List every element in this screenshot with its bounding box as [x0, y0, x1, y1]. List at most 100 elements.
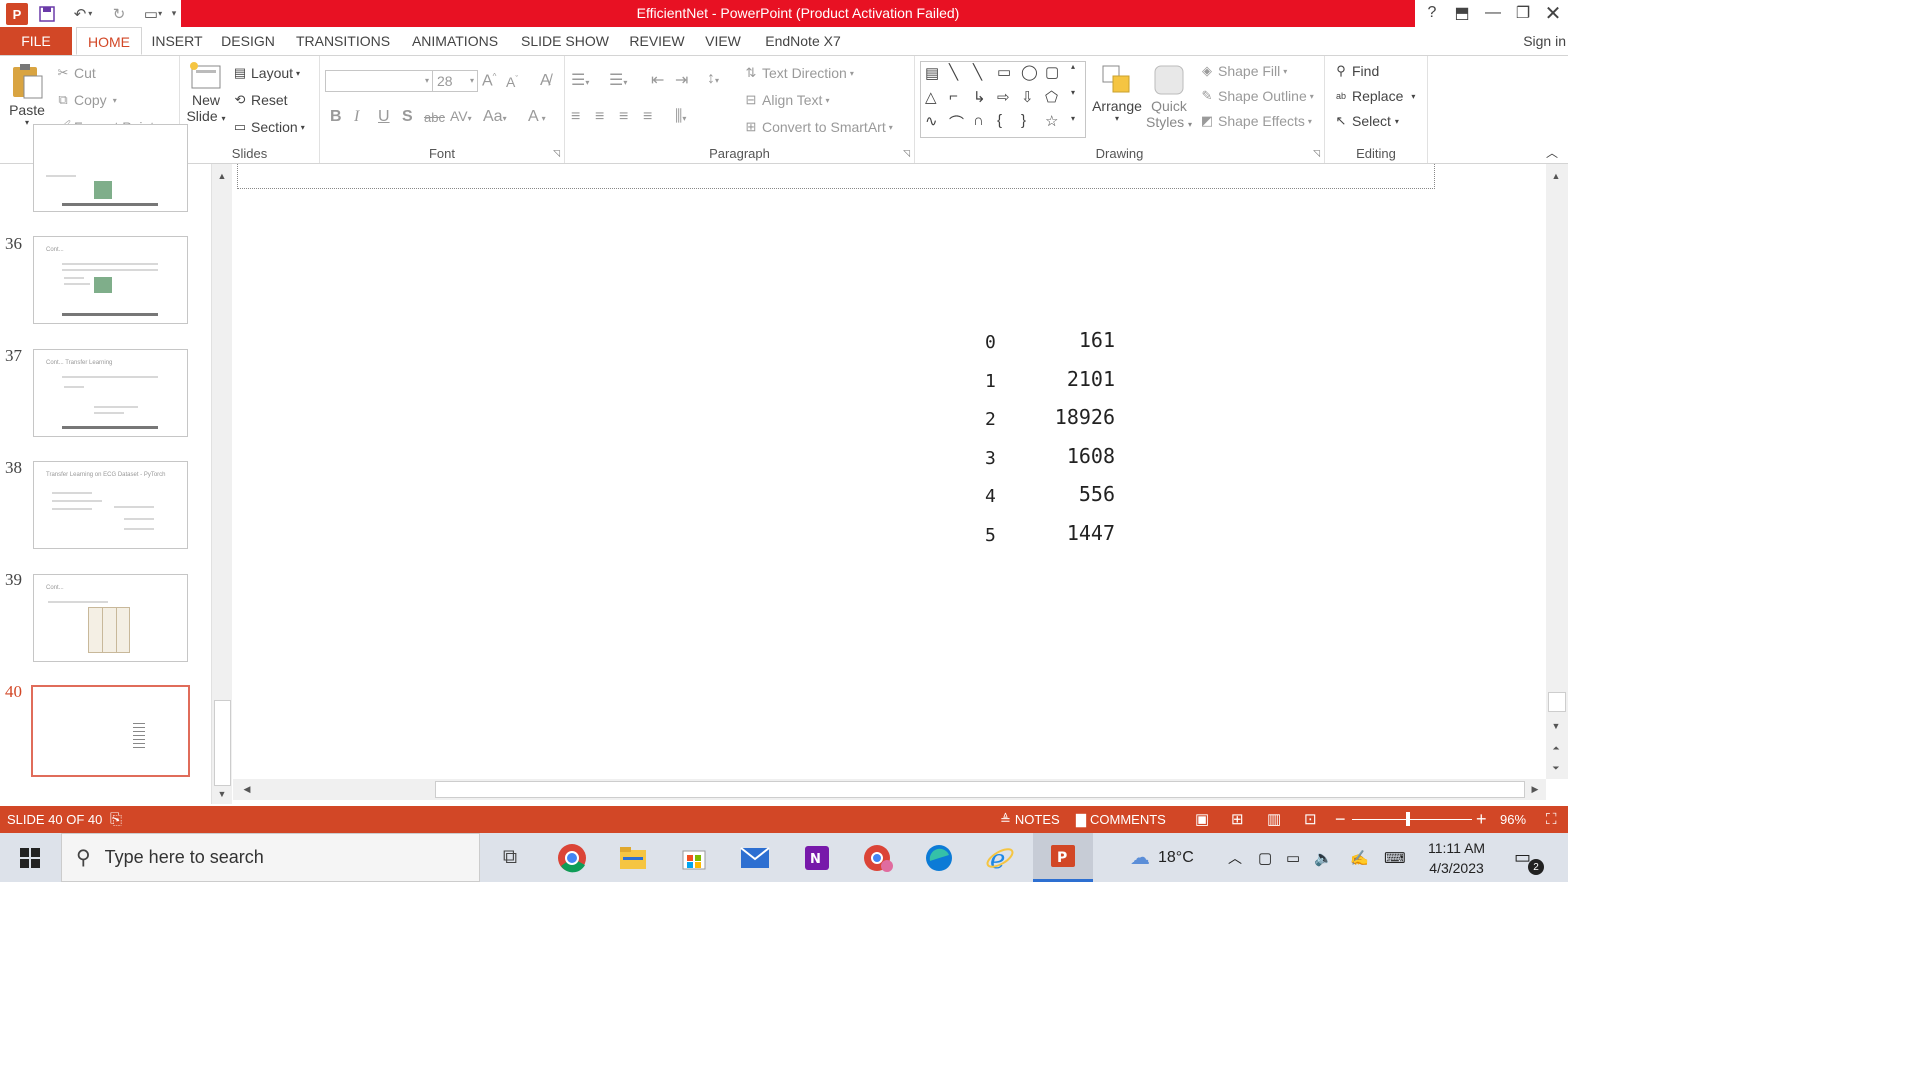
volume-icon[interactable]: 🔈: [1314, 833, 1333, 882]
undo-icon[interactable]: ↶ ▾: [66, 3, 100, 24]
tab-file[interactable]: FILE: [0, 27, 72, 55]
layout-button[interactable]: ▤ Layout ▾: [232, 65, 300, 81]
tab-design[interactable]: DESIGN: [216, 27, 280, 55]
chrome-profile-icon[interactable]: [848, 833, 908, 882]
paste-button[interactable]: Paste ▾: [6, 62, 48, 127]
text-shadow-button[interactable]: S: [402, 108, 413, 126]
dialog-launcher-icon[interactable]: ◹: [903, 148, 910, 159]
slideshow-view-icon[interactable]: ⊡: [1304, 806, 1317, 833]
shapes-gallery[interactable]: ▤ ╲ ╲ ▭ ◯ ▢ △ ⌐ ↳ ⇨ ⇩ ⬠ ∿ ⌒ ∩ { } ☆ ▴ ▾ …: [920, 61, 1086, 138]
shrink-font-icon[interactable]: Aˇ: [506, 74, 518, 90]
internet-explorer-icon[interactable]: e: [970, 833, 1030, 882]
align-center-icon[interactable]: ≡: [595, 108, 604, 126]
tab-animations[interactable]: ANIMATIONS: [404, 27, 506, 55]
shape-outline-button[interactable]: ✎ Shape Outline ▾: [1199, 88, 1314, 104]
tab-slide-show[interactable]: SLIDE SHOW: [516, 27, 614, 55]
font-size-field[interactable]: 28 ▾: [432, 70, 478, 92]
file-explorer-icon[interactable]: [603, 833, 663, 882]
zoom-slider[interactable]: [1352, 819, 1472, 820]
notes-button[interactable]: ≜ NOTES: [1000, 806, 1060, 833]
tab-view[interactable]: VIEW: [700, 27, 746, 55]
slide-thumbnail[interactable]: Cont...: [33, 574, 188, 662]
text-direction-button[interactable]: ⇅ Text Direction ▾: [743, 65, 854, 81]
text-placeholder[interactable]: [237, 164, 1435, 189]
restore-icon[interactable]: ❐: [1510, 2, 1536, 24]
spell-check-icon[interactable]: ⎘: [110, 806, 122, 833]
zoom-level[interactable]: 96%: [1500, 806, 1526, 833]
bullets-icon[interactable]: ☰▾: [571, 70, 589, 90]
select-button[interactable]: ↖ Select ▾: [1333, 113, 1399, 129]
clock[interactable]: 11:11 AM 4/3/2023: [1428, 833, 1485, 882]
slide-horizontal-scrollbar[interactable]: ◀ ▶: [233, 779, 1546, 800]
slide[interactable]: 0 161 1 2101 2 18926 3 1608 4 556 5 1447: [233, 164, 1537, 779]
tab-transitions[interactable]: TRANSITIONS: [290, 27, 396, 55]
slide-vertical-scrollbar[interactable]: ▲ ▼ ⏶ ⏷: [1546, 164, 1568, 779]
onenote-icon[interactable]: N: [787, 833, 847, 882]
slide-thumbnail[interactable]: Cont... Transfer Learning: [33, 349, 188, 437]
new-slide-button[interactable]: New Slide ▾: [184, 62, 228, 124]
taskbar-search-box[interactable]: ⚲ Type here to search: [61, 833, 480, 882]
convert-smartart-button[interactable]: ⊞ Convert to SmartArt ▾: [743, 119, 893, 135]
show-hidden-icons[interactable]: ︿: [1228, 833, 1242, 882]
tab-home[interactable]: HOME: [76, 27, 142, 55]
zoom-out-icon[interactable]: −: [1335, 806, 1346, 833]
start-slideshow-icon[interactable]: ▭ ▾: [138, 3, 168, 24]
columns-icon[interactable]: ⫼▾: [675, 108, 686, 126]
align-right-icon[interactable]: ≡: [619, 108, 628, 126]
collapse-ribbon-icon[interactable]: ︿: [1546, 144, 1558, 161]
zoom-slider-handle[interactable]: [1406, 812, 1410, 826]
weather-widget[interactable]: ☁ 18°C: [1130, 833, 1194, 882]
customize-qat-icon[interactable]: ▾: [168, 3, 180, 24]
bold-button[interactable]: B: [330, 108, 342, 126]
underline-button[interactable]: U: [378, 108, 390, 126]
help-icon[interactable]: ?: [1419, 2, 1445, 24]
slide-thumbnail[interactable]: Cont...: [33, 236, 188, 324]
meet-now-icon[interactable]: ▢: [1258, 833, 1272, 882]
reset-button[interactable]: ⟲ Reset: [232, 92, 288, 108]
fit-to-window-icon[interactable]: ⛶: [1546, 806, 1557, 833]
sign-in-link[interactable]: Sign in: [1523, 27, 1568, 55]
close-icon[interactable]: ✕: [1540, 2, 1566, 25]
thumbnail-scrollbar[interactable]: ▲ ▼: [211, 164, 232, 804]
powerpoint-app-icon[interactable]: P: [6, 3, 28, 25]
clear-formatting-icon[interactable]: A̸: [540, 72, 551, 90]
slide-thumbnail-selected[interactable]: [31, 685, 190, 777]
numbering-icon[interactable]: ☰▾: [609, 70, 627, 90]
tab-review[interactable]: REVIEW: [624, 27, 690, 55]
quick-styles-button[interactable]: Quick Styles ▾: [1146, 62, 1192, 130]
touch-keyboard-icon[interactable]: ⌨: [1384, 833, 1406, 882]
dialog-launcher-icon[interactable]: ◹: [1313, 148, 1320, 159]
comments-button[interactable]: ▇ COMMENTS: [1076, 806, 1166, 833]
tab-insert[interactable]: INSERT: [146, 27, 208, 55]
slide-thumbnail[interactable]: Transfer Learning on ECG Dataset - PyTor…: [33, 461, 188, 549]
tab-endnote[interactable]: EndNote X7: [756, 27, 850, 55]
grow-font-icon[interactable]: A^: [482, 72, 496, 90]
redo-icon[interactable]: ↻: [108, 3, 130, 24]
section-button[interactable]: ▭ Section ▾: [232, 119, 305, 135]
increase-indent-icon[interactable]: ⇥: [675, 70, 688, 90]
align-text-button[interactable]: ⊟ Align Text ▾: [743, 92, 830, 108]
reading-view-icon[interactable]: ▥: [1267, 806, 1281, 833]
shape-fill-button[interactable]: ◈ Shape Fill ▾: [1199, 63, 1287, 79]
slide-thumbnail[interactable]: [33, 124, 188, 212]
find-button[interactable]: ⚲ Find: [1333, 63, 1379, 79]
zoom-in-icon[interactable]: +: [1476, 806, 1487, 833]
change-case-button[interactable]: Aa▾: [483, 108, 507, 126]
edge-icon[interactable]: [909, 833, 969, 882]
task-view-icon[interactable]: ⧉: [480, 833, 540, 882]
font-color-button[interactable]: A ▾: [528, 108, 546, 126]
minimize-icon[interactable]: —: [1480, 2, 1506, 24]
italic-button[interactable]: I: [354, 108, 359, 126]
shape-effects-button[interactable]: ◩ Shape Effects ▾: [1199, 113, 1312, 129]
decrease-indent-icon[interactable]: ⇤: [651, 70, 664, 90]
powerpoint-taskbar-icon[interactable]: P: [1033, 833, 1093, 882]
cut-button[interactable]: ✂ Cut: [55, 65, 96, 81]
arrange-button[interactable]: Arrange ▾: [1089, 62, 1145, 123]
line-spacing-icon[interactable]: ↕▾: [707, 70, 719, 88]
justify-icon[interactable]: ≡: [643, 108, 652, 126]
battery-icon[interactable]: ▭: [1286, 833, 1300, 882]
save-icon[interactable]: [36, 3, 58, 24]
character-spacing-button[interactable]: AV▾: [450, 108, 472, 124]
slide-sorter-icon[interactable]: ⊞: [1231, 806, 1244, 833]
copy-button[interactable]: ⧉ Copy ▾: [55, 92, 116, 108]
